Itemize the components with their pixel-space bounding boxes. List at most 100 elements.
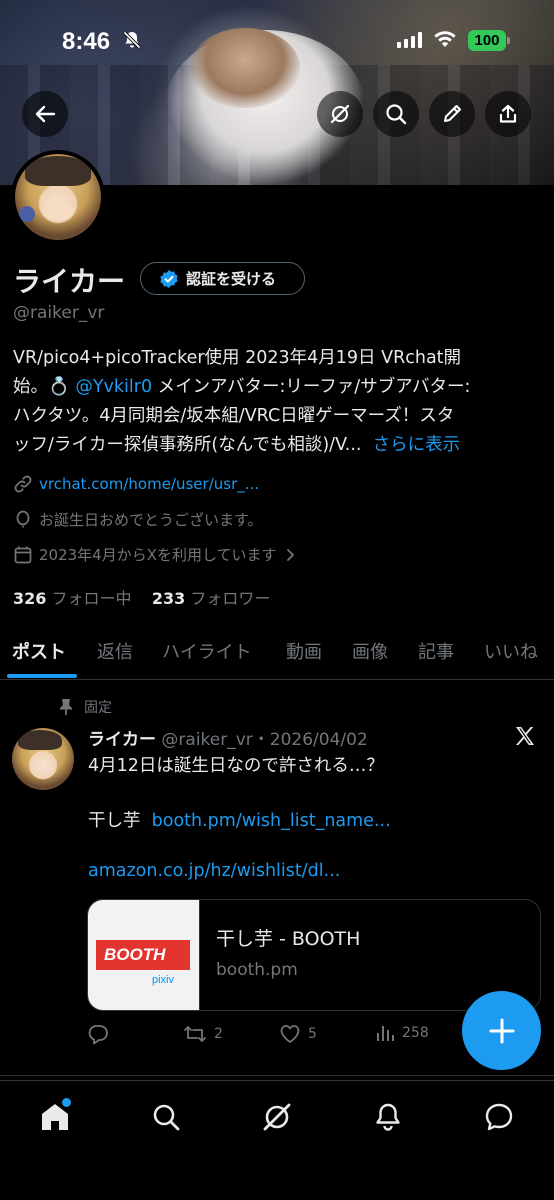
- followers-count: 233: [151, 589, 186, 608]
- bio-text: ッフ/ライカー探偵事務所(なんでも相談)/V...: [13, 435, 362, 455]
- show-more-link[interactable]: さらに表示: [373, 435, 461, 455]
- website-row: vrchat.com/home/user/usr_...: [13, 474, 259, 494]
- follow-stats: 326 フォロー中 233 フォロワー: [13, 585, 270, 609]
- arrow-left-icon: [35, 105, 56, 123]
- get-verified-label: 認証を受ける: [186, 270, 277, 288]
- booth-link[interactable]: booth.pm/wish_list_name...: [152, 811, 391, 831]
- nav-explore[interactable]: [149, 1100, 183, 1134]
- bio-text: メインアバター:リーファ/サブアバター:: [152, 377, 471, 397]
- tab-highlights[interactable]: ハイライト: [162, 638, 252, 664]
- tab-videos[interactable]: 動画: [286, 638, 322, 664]
- wifi-icon: [434, 31, 456, 47]
- birthday-text: お誕生日おめでとうございます。: [39, 511, 263, 529]
- card-title: 干し芋 - BOOTH: [216, 928, 361, 950]
- tab-posts[interactable]: ポスト: [12, 638, 66, 664]
- status-time: 8:46: [62, 28, 111, 55]
- tab-likes[interactable]: いいね: [484, 638, 538, 664]
- like-button[interactable]: 5: [279, 1023, 317, 1045]
- views-button[interactable]: 258: [375, 1023, 429, 1043]
- nav-grok[interactable]: [260, 1100, 294, 1134]
- share-button[interactable]: [485, 91, 531, 137]
- followers-link[interactable]: 233 フォロワー: [152, 589, 271, 608]
- plus-icon: [489, 1018, 514, 1043]
- nav-home[interactable]: [38, 1098, 72, 1134]
- nav-messages[interactable]: [482, 1100, 516, 1134]
- tweet-actions: 2 5 258: [87, 1023, 447, 1047]
- joined-row[interactable]: 2023年4月からXを利用しています: [13, 544, 297, 565]
- grok-icon: [263, 1103, 291, 1131]
- chat-bubble-icon: [485, 1103, 513, 1131]
- pinned-label: 固定: [84, 700, 112, 716]
- reply-icon: [88, 1025, 108, 1045]
- bio-mention-link[interactable]: @Yvkilr0: [75, 377, 152, 397]
- heart-icon: [280, 1025, 300, 1043]
- edit-profile-button[interactable]: [429, 91, 475, 137]
- bio-line: ハクタツ。4月同期会/坂本組/VRC日曜ゲーマーズ！スタ: [13, 406, 455, 426]
- profile-name: ライカー: [13, 265, 126, 298]
- followers-label: フォロワー: [190, 589, 271, 608]
- tweet-text: amazon.co.jp/hz/wishlist/dl...: [88, 861, 340, 881]
- booth-logo: BOOTH: [96, 940, 190, 970]
- tweet-header: ライカー @raiker_vr・2026/04/02: [88, 725, 368, 750]
- get-verified-button[interactable]: 認証を受ける: [140, 262, 305, 295]
- avatar-flower: [19, 206, 35, 222]
- joined-text: 2023年4月からXを利用しています: [39, 546, 277, 564]
- balloon-icon: [16, 510, 30, 527]
- verified-badge-icon: [160, 269, 178, 288]
- card-thumbnail: BOOTH pixiv: [88, 900, 200, 1010]
- search-button[interactable]: [373, 91, 419, 137]
- tweet-text-segment: 干し芋: [88, 811, 141, 831]
- card-domain: booth.pm: [216, 960, 298, 980]
- retweet-button[interactable]: 2: [183, 1023, 223, 1045]
- reply-button[interactable]: [87, 1023, 109, 1045]
- pin-icon: [60, 699, 72, 715]
- retweet-icon: [184, 1026, 206, 1042]
- tweet-author-name[interactable]: ライカー: [88, 730, 156, 750]
- search-icon: [153, 1104, 180, 1131]
- tab-images[interactable]: 画像: [352, 638, 388, 664]
- pinned-indicator: 固定: [58, 697, 112, 717]
- nav-notifications[interactable]: [371, 1100, 405, 1134]
- website-link[interactable]: vrchat.com/home/user/usr_...: [39, 475, 259, 493]
- views-chart-icon: [377, 1026, 394, 1041]
- amazon-wishlist-link[interactable]: amazon.co.jp/hz/wishlist/dl...: [88, 861, 340, 881]
- chevron-right-icon: [286, 548, 294, 561]
- status-bar: 8:46 100: [0, 0, 554, 80]
- following-count: 326: [13, 589, 47, 608]
- tab-articles[interactable]: 記事: [418, 638, 454, 664]
- bell-icon: [376, 1103, 400, 1131]
- bio-line: VR/pico4+picoTracker使用 2023年4月19日 VRchat…: [13, 348, 462, 368]
- tweet-avatar[interactable]: [12, 728, 74, 790]
- tweet-text: 干し芋 booth.pm/wish_list_name...: [88, 807, 391, 832]
- tweet-text: 4月12日は誕生日なので許される…？: [88, 756, 384, 776]
- avatar-face: [43, 202, 73, 220]
- following-label: フォロー中: [51, 589, 132, 608]
- link-icon: [14, 475, 32, 493]
- cellular-signal-icon: [397, 32, 422, 48]
- tweet-handle-date: @raiker_vr・2026/04/02: [161, 730, 368, 750]
- profile-tabs: ポスト 返信 ハイライト 動画 画像 記事 いいね: [0, 630, 554, 680]
- tab-replies[interactable]: 返信: [97, 638, 133, 664]
- search-icon: [386, 104, 407, 125]
- retweet-count: 2: [214, 1026, 223, 1042]
- pencil-icon: [444, 105, 461, 122]
- grok-icon: [330, 104, 350, 124]
- calendar-icon: [14, 546, 32, 563]
- bio-line: 始。💍 @Yvkilr0 メインアバター:リーファ/サブアバター:: [13, 373, 541, 402]
- battery-indicator: 100: [468, 30, 510, 51]
- like-count: 5: [308, 1026, 317, 1042]
- profile-avatar[interactable]: [11, 150, 105, 244]
- profile-handle: @raiker_vr: [13, 303, 105, 323]
- grok-button[interactable]: [317, 91, 363, 137]
- view-count: 258: [402, 1025, 429, 1041]
- avatar-hat: [18, 730, 62, 750]
- bell-slash-icon: [123, 31, 141, 49]
- avatar-hat: [25, 156, 91, 186]
- compose-post-button[interactable]: [462, 991, 541, 1070]
- bio-line: ッフ/ライカー探偵事務所(なんでも相談)/V... さらに表示: [13, 431, 541, 460]
- active-tab-indicator: [7, 674, 77, 678]
- link-preview-card[interactable]: BOOTH pixiv 干し芋 - BOOTH booth.pm: [87, 899, 541, 1011]
- back-button[interactable]: [22, 91, 68, 137]
- profile-bio: VR/pico4+picoTracker使用 2023年4月19日 VRchat…: [13, 344, 541, 460]
- following-link[interactable]: 326 フォロー中: [13, 589, 132, 608]
